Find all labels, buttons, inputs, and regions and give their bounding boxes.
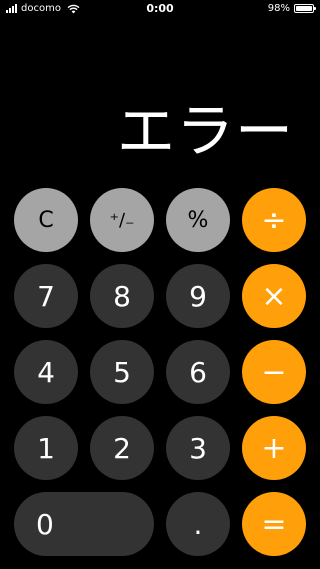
clear-button[interactable]: C [14,188,78,252]
digit-4-label: 4 [37,355,55,389]
digit-1-button[interactable]: 1 [14,416,78,480]
plus-minus-button-label: ⁺∕₋ [109,209,135,231]
divide-icon: ÷ [261,202,287,238]
digit-8-button[interactable]: 8 [90,264,154,328]
percent-button[interactable]: % [166,188,230,252]
decimal-label: . [193,507,203,541]
digit-7-button[interactable]: 7 [14,264,78,328]
battery-level-fill [296,6,312,11]
digit-8-label: 8 [113,279,131,313]
digit-6-label: 6 [189,355,207,389]
digit-5-button[interactable]: 5 [90,340,154,404]
digit-4-button[interactable]: 4 [14,340,78,404]
digit-3-label: 3 [189,431,207,465]
digit-1-label: 1 [37,431,55,465]
clear-button-label: C [38,207,54,233]
minus-icon: − [261,354,287,390]
divide-button[interactable]: ÷ [242,188,306,252]
subtract-button[interactable]: − [242,340,306,404]
calculator-display: エラー [116,97,294,165]
digit-9-button[interactable]: 9 [166,264,230,328]
multiply-button[interactable]: × [242,264,306,328]
percent-button-label: % [187,207,209,233]
equals-icon: = [261,506,287,542]
digit-7-label: 7 [37,279,55,313]
multiply-icon: × [261,278,287,314]
equals-button[interactable]: = [242,492,306,556]
digit-2-button[interactable]: 2 [90,416,154,480]
digit-9-label: 9 [189,279,207,313]
plus-icon: + [261,430,287,466]
decimal-button[interactable]: . [166,492,230,556]
status-right: 98% [267,3,316,14]
digit-0-label: 0 [36,507,54,541]
digit-6-button[interactable]: 6 [166,340,230,404]
digit-0-button[interactable]: 0 [14,492,154,556]
digit-5-label: 5 [113,355,131,389]
plus-minus-button[interactable]: ⁺∕₋ [90,188,154,252]
battery-percent: 98% [267,3,290,14]
digit-2-label: 2 [113,431,131,465]
battery-icon [294,4,316,13]
status-bar: docomo 0:00 98% [0,0,320,18]
add-button[interactable]: + [242,416,306,480]
digit-3-button[interactable]: 3 [166,416,230,480]
